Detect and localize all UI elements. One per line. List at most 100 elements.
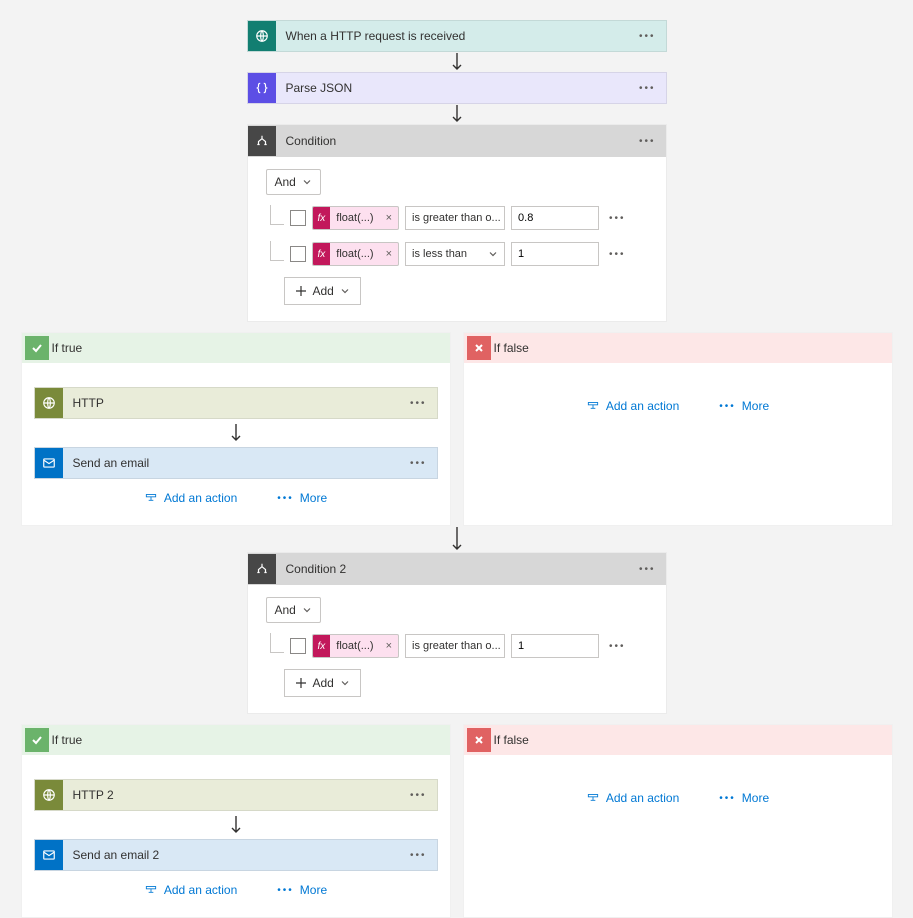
more-icon[interactable]: ••• xyxy=(400,458,437,469)
add-condition-button[interactable]: Add xyxy=(284,669,361,697)
remove-token-icon[interactable]: × xyxy=(380,248,398,260)
expression-token[interactable]: fx float(...) × xyxy=(312,634,400,658)
close-icon xyxy=(467,336,491,360)
add-action-link[interactable]: Add an action xyxy=(586,791,679,805)
http-icon xyxy=(35,780,63,810)
arrow-down-icon xyxy=(229,811,243,839)
more-icon[interactable]: ••• xyxy=(400,790,437,801)
condition-branches: If true HTTP ••• Send an email ••• Add a… xyxy=(21,332,893,526)
condition-body: And fx float(...) × is greater than o...… xyxy=(248,157,666,321)
expression-token[interactable]: fx float(...) × xyxy=(312,242,400,266)
condition-row: fx float(...) × is greater than o... ••• xyxy=(266,633,648,659)
remove-token-icon[interactable]: × xyxy=(380,640,398,652)
more-link[interactable]: ••• More xyxy=(277,491,327,505)
plus-icon xyxy=(295,285,307,297)
add-action-icon xyxy=(144,491,158,505)
condition-title: Condition 2 xyxy=(276,562,629,576)
condition-card: Condition 2 ••• And fx float(...) × is g… xyxy=(247,552,667,714)
operator-dropdown[interactable]: is greater than o... xyxy=(405,634,505,658)
value-input[interactable] xyxy=(511,242,599,266)
http-action-card[interactable]: HTTP ••• xyxy=(34,387,438,419)
more-icon[interactable]: ••• xyxy=(629,83,666,94)
row-checkbox[interactable] xyxy=(290,638,306,654)
chevron-down-icon xyxy=(340,286,350,296)
more-icon[interactable]: ••• xyxy=(400,398,437,409)
operator-dropdown[interactable]: is less than xyxy=(405,242,505,266)
http-request-icon xyxy=(248,21,276,51)
more-dots-icon: ••• xyxy=(719,793,736,804)
http-action-card[interactable]: HTTP 2 ••• xyxy=(34,779,438,811)
row-more-icon[interactable]: ••• xyxy=(605,213,630,224)
add-action-link[interactable]: Add an action xyxy=(586,399,679,413)
row-checkbox[interactable] xyxy=(290,246,306,262)
trigger-card[interactable]: When a HTTP request is received ••• xyxy=(247,20,667,52)
parse-json-title: Parse JSON xyxy=(276,81,629,95)
group-operator-dropdown[interactable]: And xyxy=(266,169,321,195)
more-link[interactable]: ••• More xyxy=(277,883,327,897)
row-checkbox[interactable] xyxy=(290,210,306,226)
row-more-icon[interactable]: ••• xyxy=(605,641,630,652)
check-icon xyxy=(25,336,49,360)
more-icon[interactable]: ••• xyxy=(629,136,666,147)
more-link[interactable]: ••• More xyxy=(719,399,769,413)
operator-label: is greater than o... xyxy=(412,212,501,224)
more-dots-icon: ••• xyxy=(277,885,294,896)
remove-token-icon[interactable]: × xyxy=(380,212,398,224)
value-input[interactable] xyxy=(511,206,599,230)
email-icon xyxy=(35,448,63,478)
add-action-icon xyxy=(586,399,600,413)
action-title: HTTP xyxy=(63,396,400,410)
action-title: Send an email xyxy=(63,456,400,470)
value-input[interactable] xyxy=(511,634,599,658)
more-link[interactable]: ••• More xyxy=(719,791,769,805)
if-false-header[interactable]: If false xyxy=(464,333,892,363)
group-operator-dropdown[interactable]: And xyxy=(266,597,321,623)
arrow-down-icon xyxy=(229,419,243,447)
more-dots-icon: ••• xyxy=(719,401,736,412)
if-false-branch: If false Add an action ••• More xyxy=(463,724,893,918)
action-title: Send an email 2 xyxy=(63,848,400,862)
condition-header[interactable]: Condition ••• xyxy=(248,125,666,157)
tree-connector xyxy=(266,205,284,231)
fx-icon: fx xyxy=(313,207,331,229)
add-action-link[interactable]: Add an action xyxy=(144,883,237,897)
http-icon xyxy=(35,388,63,418)
email-action-card[interactable]: Send an email 2 ••• xyxy=(34,839,438,871)
more-icon[interactable]: ••• xyxy=(629,31,666,42)
parse-json-card[interactable]: Parse JSON ••• xyxy=(247,72,667,104)
condition-branches: If true HTTP 2 ••• Send an email 2 ••• A… xyxy=(21,724,893,918)
add-action-icon xyxy=(586,791,600,805)
condition-header[interactable]: Condition 2 ••• xyxy=(248,553,666,585)
condition-row: fx float(...) × is greater than o... ••• xyxy=(266,205,648,231)
more-icon[interactable]: ••• xyxy=(400,850,437,861)
if-true-branch: If true HTTP 2 ••• Send an email 2 ••• A… xyxy=(21,724,451,918)
arrow-down-icon xyxy=(450,104,464,124)
fx-icon: fx xyxy=(313,243,331,265)
condition-title: Condition xyxy=(276,134,629,148)
more-icon[interactable]: ••• xyxy=(629,564,666,575)
operator-label: is less than xyxy=(412,248,467,260)
plus-icon xyxy=(295,677,307,689)
add-action-icon xyxy=(144,883,158,897)
expression-text: float(...) xyxy=(330,248,379,260)
close-icon xyxy=(467,728,491,752)
chevron-down-icon xyxy=(302,605,312,615)
expression-token[interactable]: fx float(...) × xyxy=(312,206,400,230)
if-true-header[interactable]: If true xyxy=(22,333,450,363)
condition-row: fx float(...) × is less than ••• xyxy=(266,241,648,267)
expression-text: float(...) xyxy=(330,212,379,224)
condition-icon xyxy=(248,126,276,156)
add-condition-button[interactable]: Add xyxy=(284,277,361,305)
flow-canvas: When a HTTP request is received ••• Pars… xyxy=(0,0,913,846)
if-false-branch: If false Add an action ••• More xyxy=(463,332,893,526)
email-action-card[interactable]: Send an email ••• xyxy=(34,447,438,479)
row-more-icon[interactable]: ••• xyxy=(605,249,630,260)
condition-icon xyxy=(248,554,276,584)
chevron-down-icon xyxy=(488,249,498,259)
add-action-link[interactable]: Add an action xyxy=(144,491,237,505)
arrow-down-icon xyxy=(450,526,464,552)
operator-dropdown[interactable]: is greater than o... xyxy=(405,206,505,230)
if-false-header[interactable]: If false xyxy=(464,725,892,755)
chevron-down-icon xyxy=(340,678,350,688)
if-true-header[interactable]: If true xyxy=(22,725,450,755)
